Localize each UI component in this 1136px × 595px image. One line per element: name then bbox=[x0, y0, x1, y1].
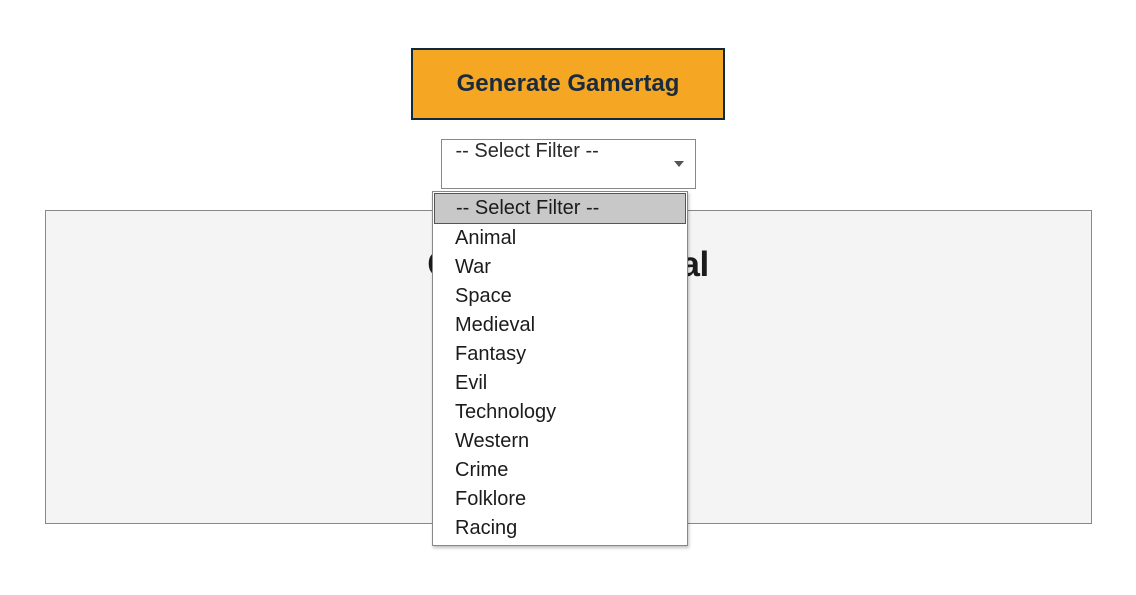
filter-option[interactable]: War bbox=[433, 253, 687, 282]
filter-select-wrapper: -- Select Filter -- bbox=[441, 139, 696, 189]
filter-option[interactable]: -- Select Filter -- bbox=[434, 193, 686, 224]
filter-option[interactable]: Space bbox=[433, 282, 687, 311]
filter-dropdown-list[interactable]: -- Select Filter --AnimalWarSpaceMedieva… bbox=[432, 191, 688, 546]
filter-option[interactable]: Animal bbox=[433, 224, 687, 253]
filter-option[interactable]: Crime bbox=[433, 456, 687, 485]
filter-select[interactable]: -- Select Filter -- bbox=[441, 139, 696, 189]
filter-option[interactable]: Folklore bbox=[433, 485, 687, 514]
filter-option[interactable]: Medieval bbox=[433, 311, 687, 340]
filter-option[interactable]: Evil bbox=[433, 369, 687, 398]
generate-gamertag-button[interactable]: Generate Gamertag bbox=[411, 48, 726, 120]
filter-option[interactable]: Fantasy bbox=[433, 340, 687, 369]
filter-option[interactable]: Racing bbox=[433, 514, 687, 543]
filter-option[interactable]: Technology bbox=[433, 398, 687, 427]
filter-option[interactable]: Western bbox=[433, 427, 687, 456]
